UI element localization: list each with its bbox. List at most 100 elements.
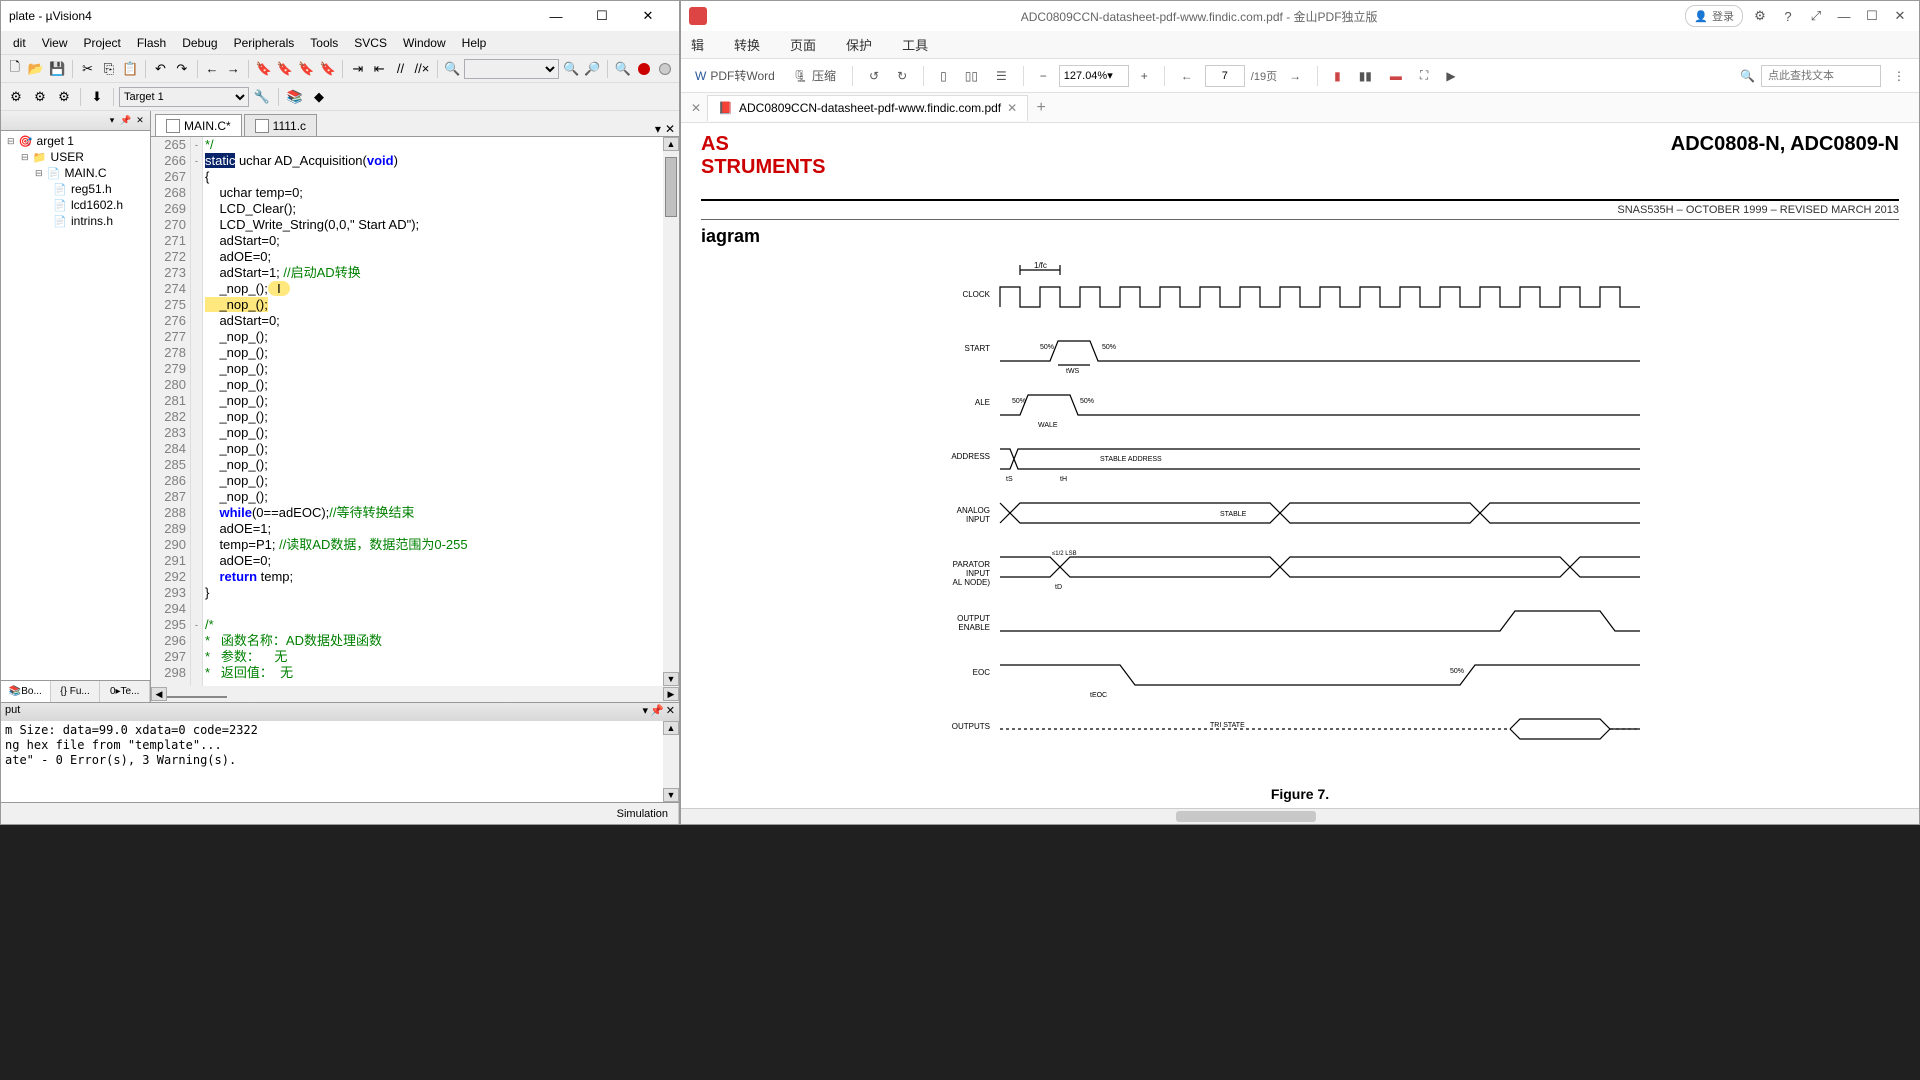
build-icon[interactable]: ⚙ (5, 86, 27, 108)
tree-item[interactable]: 📄intrins.h (3, 213, 148, 229)
find-combo[interactable] (464, 59, 560, 79)
copy-icon[interactable]: ⎘ (99, 58, 118, 80)
h-scroll-thumb[interactable] (167, 696, 227, 698)
rotate-ccw-icon[interactable]: ↺ (863, 66, 885, 86)
nav-back-icon[interactable]: ← (202, 58, 221, 80)
redo-icon[interactable]: ↷ (172, 58, 191, 80)
compact-icon[interactable]: ⤢ (1805, 5, 1827, 27)
scroll-up-icon[interactable]: ▲ (663, 137, 679, 151)
comment-icon[interactable]: // (391, 58, 410, 80)
pane-dropdown-icon[interactable]: ▾ (106, 115, 118, 127)
tab-close-icon[interactable]: ✕ (1007, 101, 1017, 115)
pdf-page[interactable]: AS STRUMENTS ADC0808-N, ADC0809-N SNAS53… (681, 123, 1919, 808)
code-line[interactable]: uchar temp=0; (205, 185, 661, 201)
find-in-files-icon[interactable]: 🔍 (561, 58, 580, 80)
code-view[interactable]: 2652662672682692702712722732742752762772… (151, 137, 679, 686)
editor-tab[interactable]: MAIN.C* (155, 114, 242, 136)
editor-tab[interactable]: 1111.c (244, 114, 317, 136)
settings-icon[interactable]: ⚙ (1749, 5, 1771, 27)
fold-column[interactable]: --- (191, 137, 203, 686)
tree-item[interactable]: 📄reg51.h (3, 181, 148, 197)
horizontal-scrollbar[interactable]: ◀ ▶ (151, 686, 679, 702)
code-line[interactable]: LCD_Clear(); (205, 201, 661, 217)
pane-close-icon[interactable]: ✕ (134, 115, 146, 127)
rotate-cw-icon[interactable]: ↻ (891, 66, 913, 86)
code-line[interactable]: adStart=0; (205, 233, 661, 249)
output-close-icon[interactable]: ✕ (666, 704, 675, 720)
save-icon[interactable]: 💾 (48, 58, 67, 80)
single-page-icon[interactable]: ▯ (934, 66, 953, 86)
scroll-thumb[interactable] (665, 157, 677, 217)
code-line[interactable]: _nop_(); (205, 297, 661, 313)
code-line[interactable]: * 返回值： 无 (205, 665, 661, 681)
view-mode-1-icon[interactable]: ▮ (1328, 66, 1347, 86)
tree-item[interactable]: 📄lcd1602.h (3, 197, 148, 213)
scroll-left-icon[interactable]: ◀ (151, 687, 167, 701)
output-scroll-down-icon[interactable]: ▼ (663, 788, 679, 802)
undo-icon[interactable]: ↶ (151, 58, 170, 80)
project-tab[interactable]: {} Fu... (51, 681, 101, 702)
more-icon[interactable]: ⋮ (1887, 66, 1911, 86)
manage-components-icon[interactable]: ◆ (308, 86, 330, 108)
pdf-minimize-button[interactable]: — (1833, 5, 1855, 27)
code-line[interactable]: adOE=1; (205, 521, 661, 537)
code-line[interactable]: */ (205, 137, 661, 153)
presentation-icon[interactable]: ▶ (1440, 66, 1461, 86)
paste-icon[interactable]: 📋 (121, 58, 140, 80)
output-scroll-up-icon[interactable]: ▲ (663, 721, 679, 735)
output-dropdown-icon[interactable]: ▾ (643, 704, 649, 720)
tree-item[interactable]: ⊟🎯arget 1 (3, 133, 148, 149)
rebuild-icon[interactable]: ⚙ (53, 86, 75, 108)
tab-list-icon[interactable]: ▾ (655, 122, 661, 136)
menu-svcs[interactable]: SVCS (346, 36, 395, 50)
code-line[interactable]: _nop_(); (205, 409, 661, 425)
breakpoint-icon[interactable] (634, 58, 653, 80)
cut-icon[interactable]: ✂ (78, 58, 97, 80)
code-line[interactable]: return temp; (205, 569, 661, 585)
menu-peripherals[interactable]: Peripherals (226, 36, 303, 50)
pdf-menu-item[interactable]: 页面 (790, 35, 816, 54)
build-all-icon[interactable]: ⚙ (29, 86, 51, 108)
menu-window[interactable]: Window (395, 36, 454, 50)
pdf-menu-item[interactable]: 工具 (902, 35, 928, 54)
code-line[interactable]: /* (205, 617, 661, 633)
tree-item[interactable]: ⊟📁USER (3, 149, 148, 165)
pane-pin-icon[interactable]: 📌 (120, 115, 132, 127)
code-line[interactable] (205, 601, 661, 617)
output-text[interactable]: m Size: data=99.0 xdata=0 code=2322 ng h… (1, 721, 663, 802)
two-page-icon[interactable]: ▯▯ (959, 66, 984, 86)
prev-page-icon[interactable]: ← (1175, 66, 1199, 86)
code-body[interactable]: */static uchar AD_Acquisition(void){ uch… (203, 137, 663, 686)
pdf-file-tab[interactable]: 📕 ADC0809CCN-datasheet-pdf-www.findic.co… (707, 95, 1028, 121)
menu-dit[interactable]: dit (5, 36, 34, 50)
pdf-close-button[interactable]: ✕ (1889, 5, 1911, 27)
code-line[interactable]: adOE=0; (205, 249, 661, 265)
tab-close-icon[interactable]: ✕ (665, 122, 675, 136)
code-line[interactable]: temp=P1; //读取AD数据，数据范围为0-255 (205, 537, 661, 553)
scroll-down-icon[interactable]: ▼ (663, 672, 679, 686)
code-line[interactable]: _nop_(); (205, 329, 661, 345)
code-line[interactable]: _nop_(); (205, 489, 661, 505)
code-line[interactable]: LCD_Write_String(0,0," Start AD"); (205, 217, 661, 233)
new-file-icon[interactable]: 🗋 (5, 58, 24, 80)
tree-item[interactable]: ⊟📄MAIN.C (3, 165, 148, 181)
continuous-icon[interactable]: ☰ (990, 66, 1013, 86)
bookmark-prev-icon[interactable]: 🔖 (275, 58, 294, 80)
bookmark-next-icon[interactable]: 🔖 (297, 58, 316, 80)
disable-bp-icon[interactable] (656, 58, 675, 80)
code-line[interactable]: * 函数名称：AD数据处理函数 (205, 633, 661, 649)
zoom-in-icon[interactable]: + (1135, 66, 1154, 86)
bookmark-clear-icon[interactable]: 🔖 (318, 58, 337, 80)
code-line[interactable]: while(0==adEOC);//等待转换结束 (205, 505, 661, 521)
indent-icon[interactable]: ⇥ (348, 58, 367, 80)
prev-tab-close[interactable]: ✕ (685, 95, 707, 121)
maximize-button[interactable]: ☐ (579, 1, 625, 31)
debug-icon[interactable]: 🔍 (613, 58, 632, 80)
output-scrollbar[interactable]: ▲ ▼ (663, 721, 679, 802)
target-combo[interactable]: Target 1 (119, 87, 249, 107)
uvision-titlebar[interactable]: plate - µVision4 — ☐ ✕ (1, 1, 679, 31)
view-mode-2-icon[interactable]: ▮▮ (1353, 66, 1378, 86)
options-icon[interactable]: 🔧 (251, 86, 273, 108)
page-number-input[interactable] (1205, 65, 1245, 87)
menu-flash[interactable]: Flash (129, 36, 174, 50)
